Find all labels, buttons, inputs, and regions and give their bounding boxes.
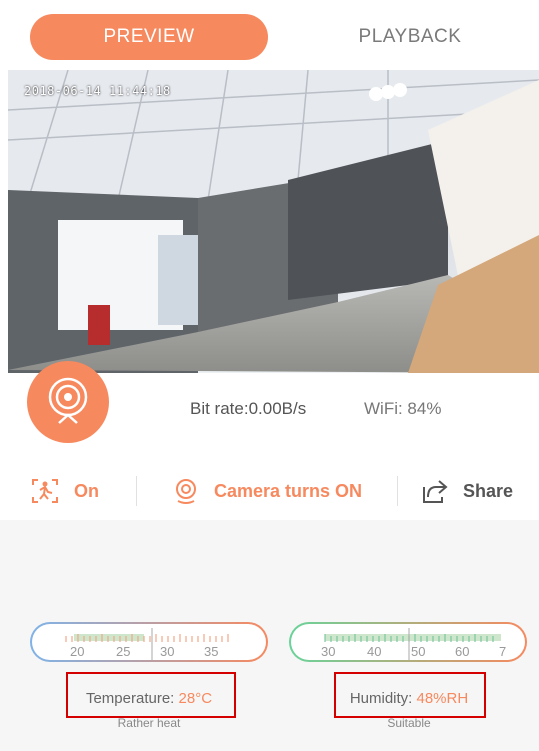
share-button[interactable]: Share bbox=[419, 462, 513, 520]
motion-detection-icon bbox=[32, 479, 58, 503]
humidity-tick-label: 60 bbox=[455, 644, 470, 659]
camera-power-toggle[interactable]: Camera turns ON bbox=[172, 462, 362, 520]
camera-lens-icon bbox=[48, 377, 88, 424]
camera-power-icon bbox=[176, 479, 196, 504]
tab-playback[interactable]: PLAYBACK bbox=[300, 14, 520, 60]
wifi-readout: WiFi: 84% bbox=[364, 399, 442, 418]
temperature-highlight-box bbox=[66, 672, 236, 718]
video-timestamp: 2018-06-14 11:44:18 bbox=[24, 84, 171, 98]
bitrate-readout: Bit rate:0.00B/s bbox=[190, 399, 307, 418]
sensor-panel: 20 25 30 35 Temperature: 28°C Rather hea… bbox=[0, 520, 539, 751]
temperature-note: Rather heat bbox=[117, 716, 181, 730]
temperature-tick-label: 20 bbox=[70, 644, 85, 659]
divider bbox=[136, 476, 137, 506]
action-bar: On Camera turns ON Share bbox=[0, 462, 539, 520]
temperature-tick-label: 30 bbox=[160, 644, 175, 659]
share-label: Share bbox=[463, 480, 514, 501]
tab-bar: PREVIEW PLAYBACK bbox=[0, 0, 539, 70]
humidity-highlight-box bbox=[334, 672, 486, 718]
temperature-tick-label: 25 bbox=[116, 644, 131, 659]
humidity-scale bbox=[324, 628, 501, 660]
divider bbox=[397, 476, 398, 506]
humidity-tick-label: 30 bbox=[321, 644, 336, 659]
humidity-gauge: 30 40 50 60 7 bbox=[289, 622, 527, 662]
humidity-tick-label: 7 bbox=[499, 644, 507, 659]
camera-power-label: Camera turns ON bbox=[214, 480, 363, 501]
motion-detection-toggle[interactable]: On bbox=[30, 462, 99, 520]
motion-detection-label: On bbox=[74, 480, 99, 501]
temperature-gauge: 20 25 30 35 bbox=[30, 622, 268, 662]
humidity-note: Suitable bbox=[387, 716, 431, 730]
temperature-tick-label: 35 bbox=[204, 644, 219, 659]
humidity-tick-label: 50 bbox=[411, 644, 426, 659]
camera-preview[interactable]: 2018-06-14 11:44:18 bbox=[8, 70, 539, 373]
camera-frame-image bbox=[8, 70, 539, 373]
status-row: Bit rate:0.00B/s WiFi: 84% bbox=[0, 361, 539, 453]
humidity-tick-label: 40 bbox=[367, 644, 382, 659]
camera-button[interactable] bbox=[27, 361, 109, 443]
share-icon bbox=[423, 480, 448, 503]
tab-preview[interactable]: PREVIEW bbox=[30, 14, 268, 60]
